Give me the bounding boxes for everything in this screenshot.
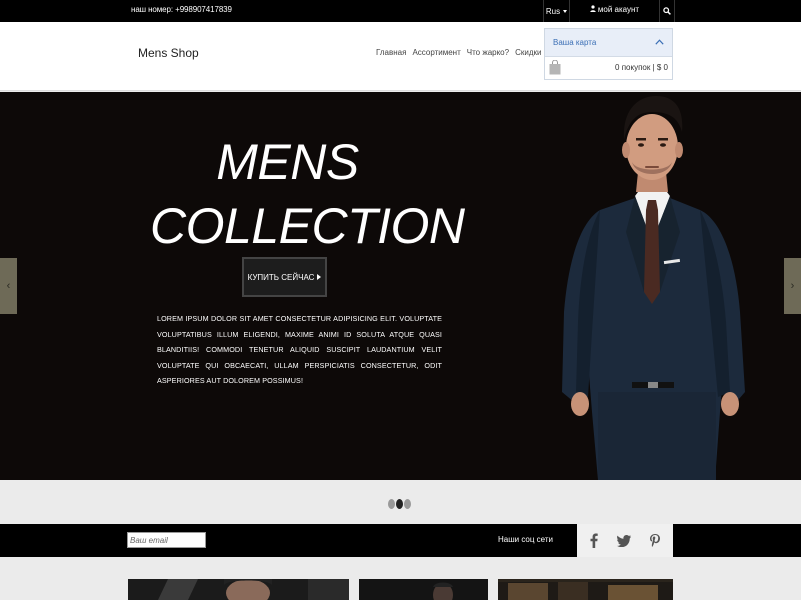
- top-bar: наш номер: +998907417839 Rus мой акаунт: [0, 0, 801, 22]
- pinterest-icon[interactable]: [649, 533, 660, 548]
- hero-title: MENS COLLECTION: [150, 130, 465, 258]
- hero-model-image: [562, 96, 745, 480]
- user-icon: [590, 5, 596, 12]
- slider-dots: [388, 499, 411, 509]
- hero-title-line-2: COLLECTION: [150, 198, 465, 254]
- nav-item-sales[interactable]: Скидки: [515, 48, 541, 57]
- product-thumbnail-3[interactable]: [498, 579, 673, 600]
- language-label: Rus: [545, 6, 561, 16]
- search-button[interactable]: [659, 0, 675, 22]
- product-thumbnails: [0, 557, 801, 600]
- thumbnail-image-1: [128, 579, 349, 600]
- product-thumbnail-1[interactable]: [128, 579, 349, 600]
- search-icon: [663, 7, 671, 15]
- slider-dot-1[interactable]: [388, 499, 395, 509]
- cart-title: Ваша карта: [553, 38, 597, 47]
- social-label: Наши соц сети: [498, 535, 553, 544]
- twitter-icon[interactable]: [616, 534, 631, 547]
- nav-item-home[interactable]: Главная: [376, 48, 406, 57]
- slider-next-button[interactable]: ›: [784, 258, 801, 314]
- chevron-up-icon[interactable]: [655, 39, 664, 45]
- account-link[interactable]: мой акаунт: [570, 0, 659, 22]
- language-selector[interactable]: Rus: [543, 0, 570, 22]
- slider-pagination-strip: [0, 480, 801, 524]
- email-input[interactable]: [127, 532, 206, 548]
- cart-widget: Ваша карта 0 покупок | $ 0: [544, 28, 673, 80]
- cart-summary: 0 покупок | $ 0: [615, 63, 668, 72]
- main-nav: Главная Ассортимент Что жарко? Скидки: [376, 48, 541, 57]
- slider-dot-3[interactable]: [404, 499, 411, 509]
- caret-right-icon: [317, 274, 322, 280]
- social-links: [577, 524, 673, 557]
- hero-title-line-1: MENS: [216, 134, 359, 190]
- site-logo[interactable]: Mens Shop: [138, 46, 199, 60]
- thumbnail-image-2: [359, 579, 488, 600]
- cart-header[interactable]: Ваша карта: [545, 29, 672, 57]
- slider-dot-2[interactable]: [396, 499, 403, 509]
- slider-prev-button[interactable]: ‹: [0, 258, 17, 314]
- phone-number: наш номер: +998907417839: [131, 5, 232, 14]
- hero-description: LOREM IPSUM DOLOR SIT AMET CONSECTETUR A…: [157, 314, 442, 385]
- buy-now-button[interactable]: КУПИТЬ СЕЙЧАС: [242, 257, 327, 297]
- shopping-bag-icon: [549, 60, 561, 75]
- chevron-right-icon: ›: [790, 280, 795, 292]
- caret-down-icon: [563, 9, 568, 13]
- cart-body: 0 покупок | $ 0: [545, 57, 672, 80]
- facebook-icon[interactable]: [590, 533, 599, 548]
- nav-item-hot[interactable]: Что жарко?: [467, 48, 509, 57]
- hero-slider: MENS COLLECTION КУПИТЬ СЕЙЧАС LOREM IPSU…: [0, 92, 801, 480]
- account-label: мой акаунт: [597, 5, 640, 14]
- buy-now-label: КУПИТЬ СЕЙЧАС: [247, 272, 315, 282]
- chevron-left-icon: ‹: [6, 280, 11, 292]
- product-thumbnail-2[interactable]: [359, 579, 488, 600]
- nav-item-catalog[interactable]: Ассортимент: [412, 48, 460, 57]
- newsletter-bar: Наши соц сети: [0, 524, 801, 557]
- thumbnail-image-3: [498, 579, 673, 600]
- site-header: Mens Shop Главная Ассортимент Что жарко?…: [0, 22, 801, 91]
